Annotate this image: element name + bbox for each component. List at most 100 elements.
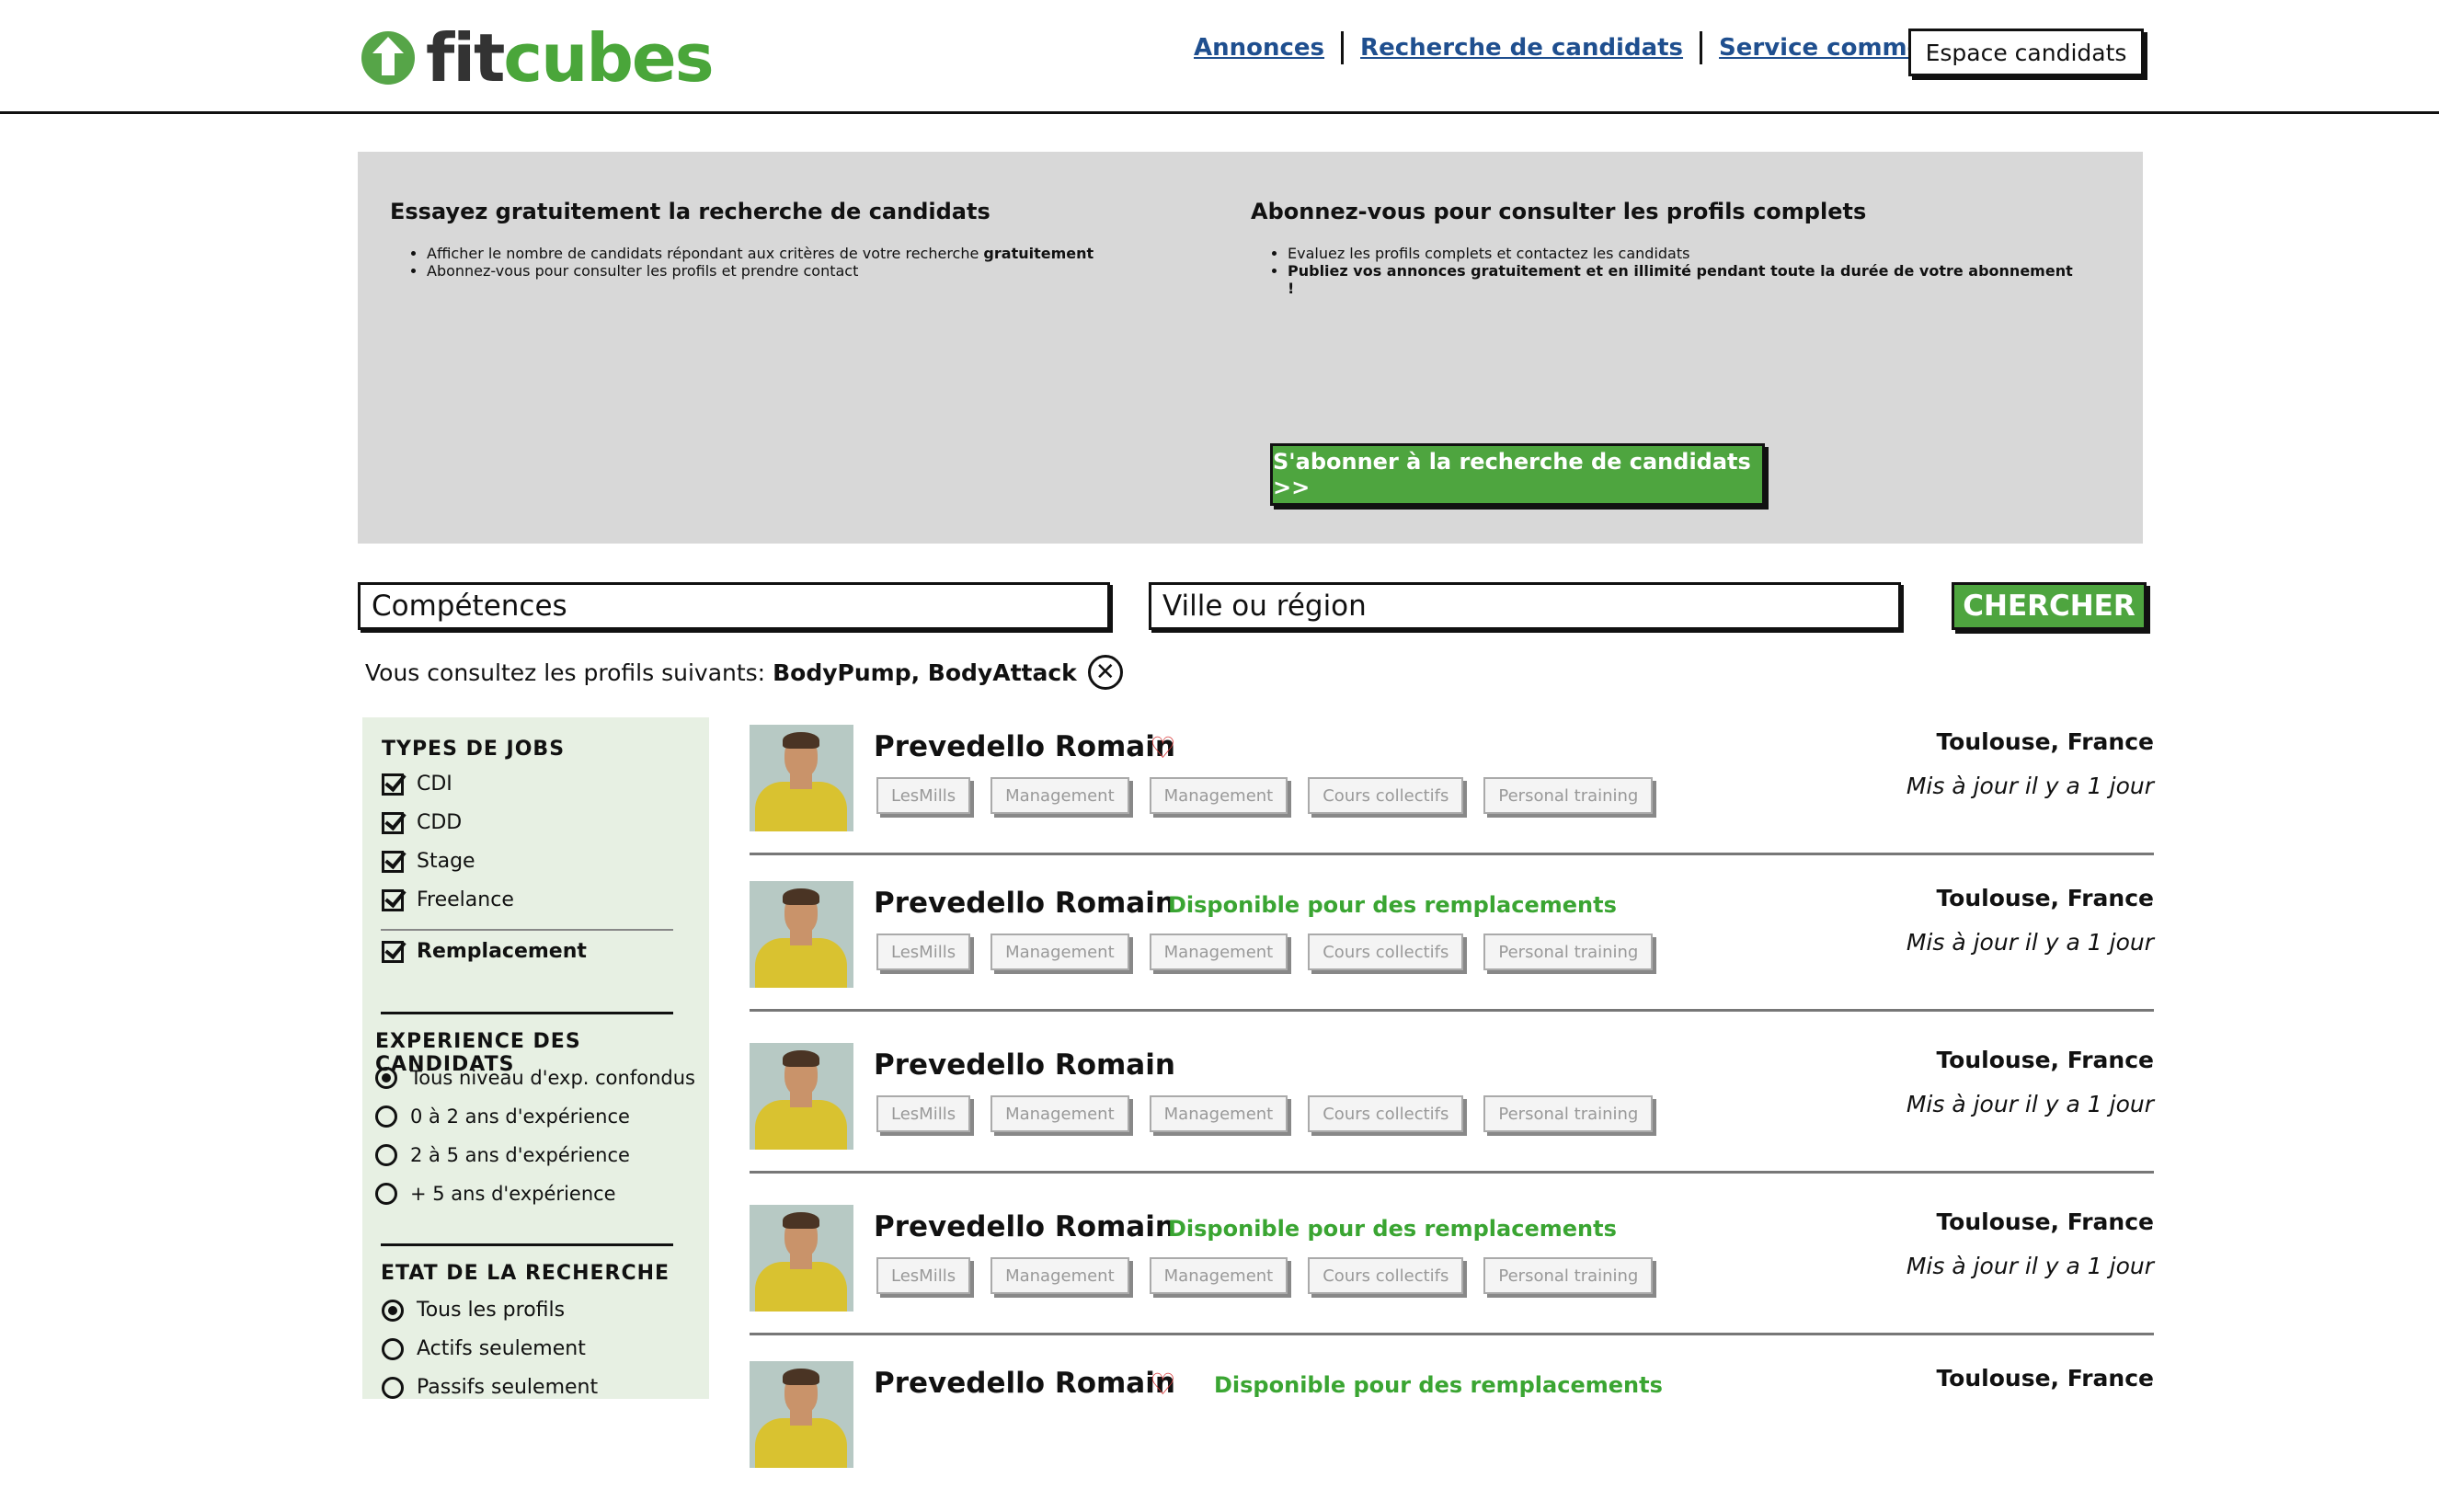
row-divider (750, 853, 2154, 855)
active-filters-values: BodyPump, BodyAttack (773, 659, 1077, 686)
avatar[interactable] (750, 725, 853, 831)
skill-tag[interactable]: Personal training (1483, 777, 1654, 814)
candidate-name[interactable]: Prevedello Romain (874, 730, 1175, 763)
sidebar-divider (381, 1012, 673, 1014)
candidate-name[interactable]: Prevedello Romain (874, 1367, 1175, 1400)
row-divider (750, 1171, 2154, 1174)
heart-icon[interactable]: ♡ (1150, 730, 1176, 765)
availability-badge: Disponible pour des remplacements (1168, 892, 1617, 918)
radio-icon[interactable] (382, 1376, 404, 1399)
checkbox-checked-icon[interactable] (382, 940, 404, 963)
etat-option-tous[interactable]: Tous les profils (382, 1299, 565, 1322)
checkbox-checked-icon[interactable] (382, 773, 404, 796)
checkbox-checked-icon[interactable] (382, 850, 404, 873)
competences-input[interactable]: Compétences (358, 582, 1110, 630)
skill-tag[interactable]: Personal training (1483, 934, 1654, 970)
candidate-location: Toulouse, France (1936, 1365, 2154, 1392)
skill-tags: LesMills Management Management Cours collec… (876, 777, 1673, 814)
promo-free-title: Essayez gratuitement la recherche de can… (390, 198, 990, 224)
candidate-name[interactable]: Prevedello Romain (874, 1048, 1175, 1082)
types-jobs-heading: TYPES DE JOBS (382, 738, 566, 761)
filter-stage[interactable]: Stage (382, 850, 475, 873)
skill-tag[interactable]: Management (1149, 777, 1288, 814)
skill-tag[interactable]: Cours collectifs (1308, 777, 1464, 814)
skill-tag[interactable]: Management (990, 1257, 1129, 1294)
filter-cdd[interactable]: CDD (382, 811, 462, 834)
last-updated: Mis à jour il y a 1 jour (1906, 1253, 2154, 1279)
candidate-row[interactable]: Prevedello Romain ♡ Disponible pour des re… (750, 1356, 2154, 1512)
arrow-up-icon (361, 31, 415, 85)
last-updated: Mis à jour il y a 1 jour (1906, 1091, 2154, 1117)
etat-option-passifs[interactable]: Passifs seulement (382, 1376, 598, 1399)
candidate-name[interactable]: Prevedello Romain (874, 1210, 1175, 1243)
filter-sidebar: TYPES DE JOBS CDI CDD Stage Freelance Re… (362, 717, 709, 1399)
skill-tag[interactable]: LesMills (876, 1095, 971, 1132)
candidate-location: Toulouse, France (1936, 1047, 2154, 1073)
skill-tag[interactable]: Personal training (1483, 1257, 1654, 1294)
skill-tag[interactable]: Management (990, 1095, 1129, 1132)
filter-cdi[interactable]: CDI (382, 773, 452, 796)
checkbox-checked-icon[interactable] (382, 888, 404, 911)
skill-tag[interactable]: Management (1149, 934, 1288, 970)
subscribe-button[interactable]: S'abonner à la recherche de candidats >> (1270, 443, 1765, 506)
promo-subscribe-bullet: Evaluez les profils complets et contacte… (1288, 245, 2078, 262)
chercher-button[interactable]: CHERCHER (1952, 582, 2147, 630)
row-divider (750, 1333, 2154, 1335)
radio-icon[interactable] (375, 1105, 397, 1128)
exp-option-all[interactable]: Tous niveau d'exp. confondus (375, 1067, 695, 1089)
clear-filters-icon[interactable]: ✕ (1087, 655, 1123, 690)
exp-option-2-5[interactable]: 2 à 5 ans d'expérience (375, 1144, 630, 1166)
candidate-name[interactable]: Prevedello Romain (874, 887, 1175, 920)
skill-tag[interactable]: Management (1149, 1095, 1288, 1132)
skill-tags: LesMills Management Management Cours collec… (876, 934, 1673, 970)
skill-tag[interactable]: Management (990, 777, 1129, 814)
avatar[interactable] (750, 1205, 853, 1312)
promo-free-column: Essayez gratuitement la recherche de can… (390, 180, 1190, 294)
radio-icon[interactable] (375, 1183, 397, 1205)
radio-icon[interactable] (375, 1144, 397, 1166)
promo-subscribe-column: Abonnez-vous pour consulter les profils … (1251, 180, 2078, 312)
radio-selected-icon[interactable] (382, 1299, 404, 1322)
skill-tag[interactable]: Management (1149, 1257, 1288, 1294)
skill-tag[interactable]: Personal training (1483, 1095, 1654, 1132)
promo-free-bullet: Abonnez-vous pour consulter les profils … (427, 262, 1190, 280)
fitcubes-logo[interactable]: fitcubes (361, 17, 715, 99)
skill-tag[interactable]: Cours collectifs (1308, 1095, 1464, 1132)
candidate-location: Toulouse, France (1936, 1208, 2154, 1235)
availability-badge: Disponible pour des remplacements (1168, 1216, 1617, 1242)
etat-heading: ETAT DE LA RECHERCHE (381, 1262, 670, 1285)
last-updated: Mis à jour il y a 1 jour (1906, 929, 2154, 956)
row-divider (750, 1009, 2154, 1012)
exp-option-5-plus[interactable]: + 5 ans d'expérience (375, 1183, 616, 1205)
etat-option-actifs[interactable]: Actifs seulement (382, 1337, 586, 1360)
avatar[interactable] (750, 1043, 853, 1150)
skill-tag[interactable]: LesMills (876, 777, 971, 814)
logo-wordmark: fitcubes (426, 19, 715, 97)
sidebar-divider (381, 929, 673, 931)
heart-icon[interactable]: ♡ (1150, 1367, 1176, 1402)
nav-recherche-candidats[interactable]: Recherche de candidats (1360, 34, 1683, 62)
radio-selected-icon[interactable] (375, 1067, 397, 1089)
skill-tag[interactable]: LesMills (876, 1257, 971, 1294)
avatar[interactable] (750, 1361, 853, 1468)
radio-icon[interactable] (382, 1337, 404, 1360)
last-updated: Mis à jour il y a 1 jour (1906, 773, 2154, 799)
skill-tags: LesMills Management Management Cours collec… (876, 1257, 1673, 1294)
nav-annonces[interactable]: Annonces (1194, 34, 1324, 62)
nav-separator (1341, 31, 1345, 64)
skill-tag[interactable]: Cours collectifs (1308, 1257, 1464, 1294)
filter-freelance[interactable]: Freelance (382, 888, 514, 911)
filter-remplacement[interactable]: Remplacement (382, 940, 587, 963)
checkbox-checked-icon[interactable] (382, 811, 404, 834)
skill-tag[interactable]: Management (990, 934, 1129, 970)
exp-option-0-2[interactable]: 0 à 2 ans d'expérience (375, 1105, 630, 1128)
ville-input[interactable]: Ville ou région (1149, 582, 1901, 630)
skill-tag[interactable]: LesMills (876, 934, 971, 970)
espace-candidats-button[interactable]: Espace candidats (1908, 29, 2144, 76)
skill-tag[interactable]: Cours collectifs (1308, 934, 1464, 970)
active-filters: Vous consultez les profils suivants: Bod… (365, 655, 1123, 690)
promo-subscribe-title: Abonnez-vous pour consulter les profils … (1251, 198, 1867, 224)
abonnez-vous-link[interactable]: Abonnez-vous (427, 262, 531, 280)
avatar[interactable] (750, 881, 853, 988)
nav-separator (1700, 31, 1703, 64)
